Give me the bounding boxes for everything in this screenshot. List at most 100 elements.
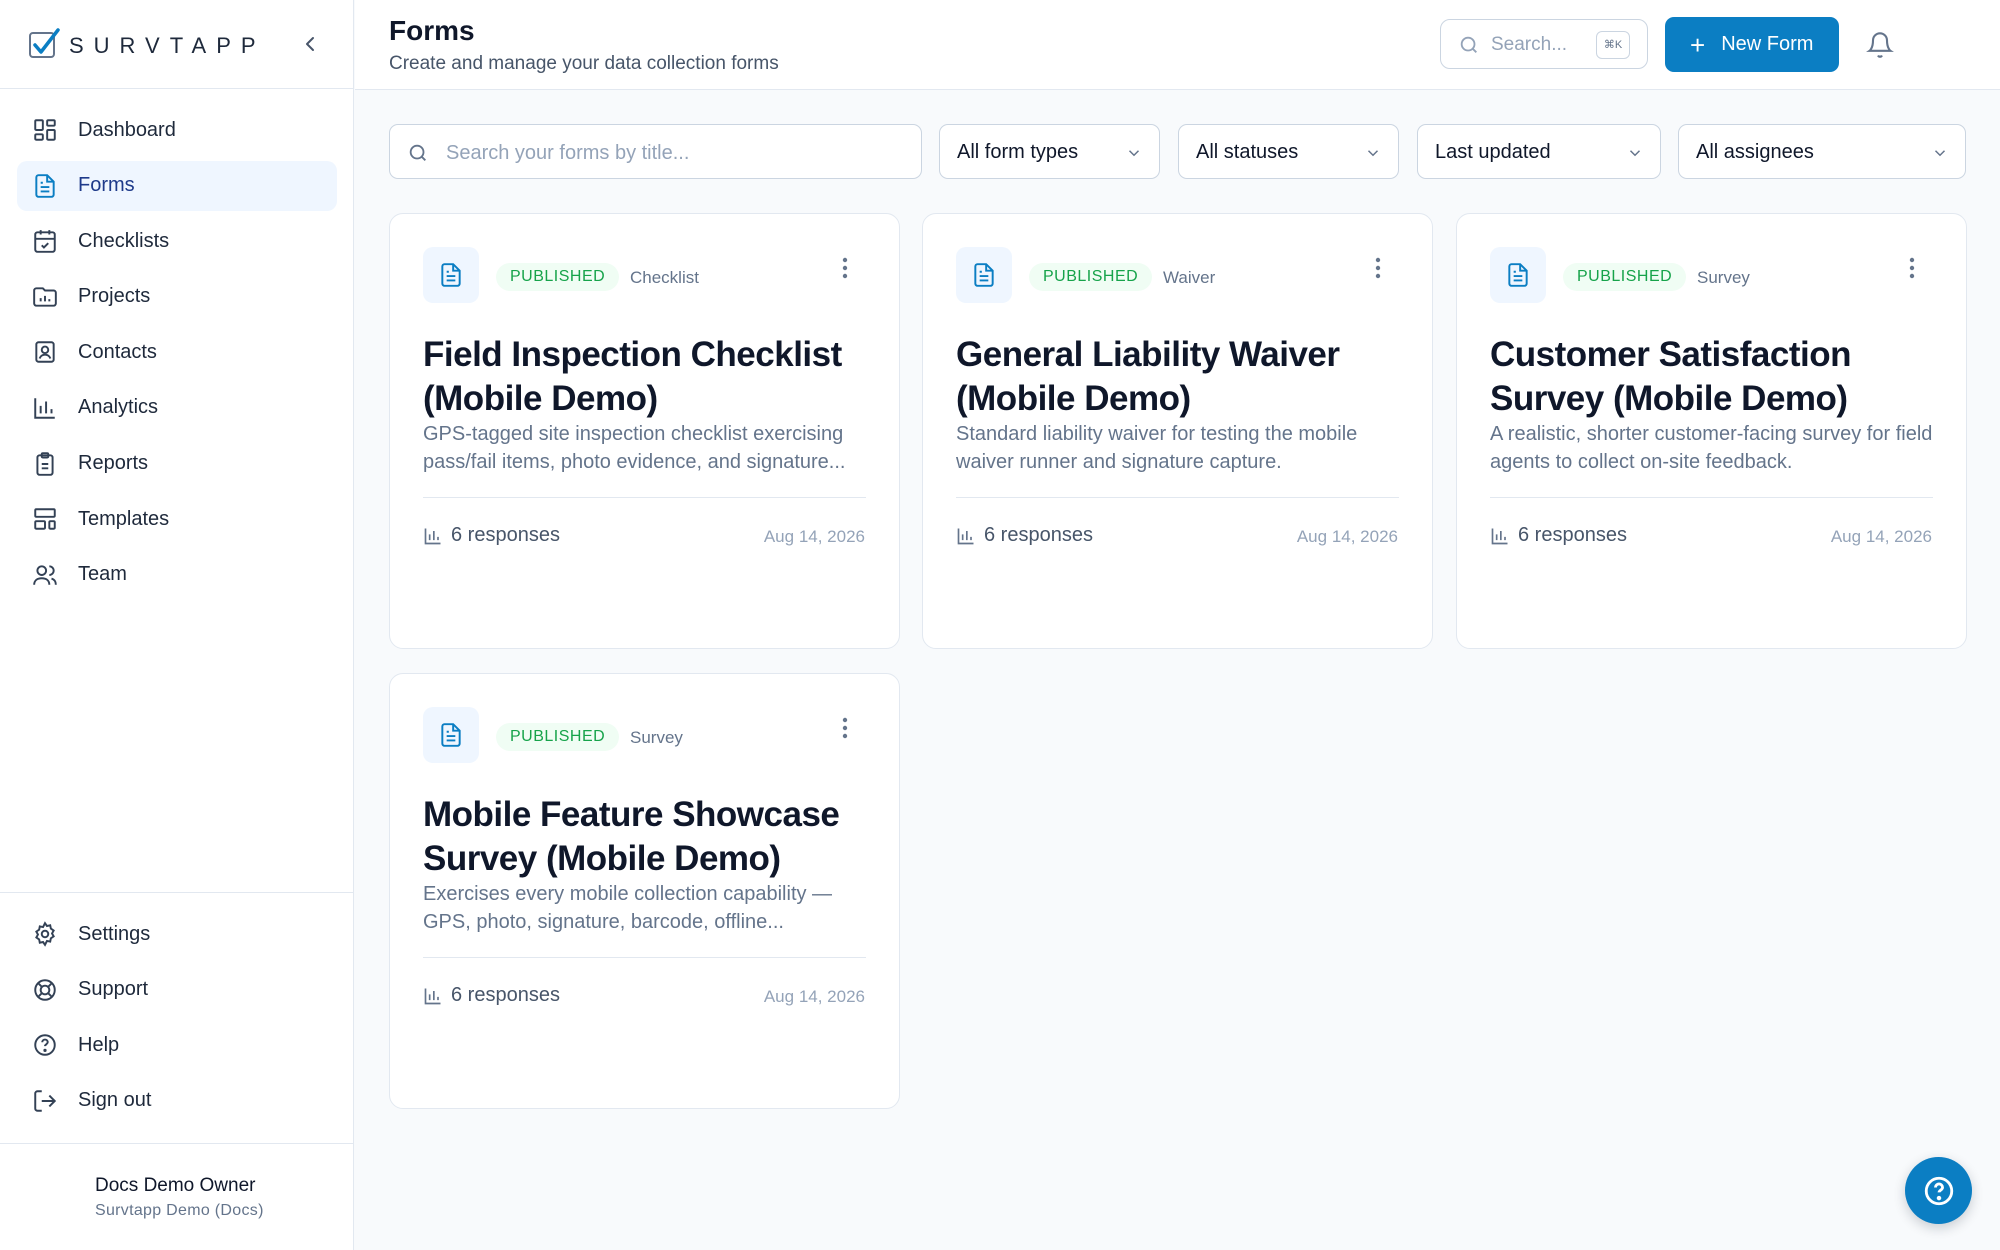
status-badge: PUBLISHED bbox=[1029, 263, 1153, 291]
sidebar-item-label: Help bbox=[78, 1033, 120, 1056]
sidebar-item-checklists[interactable]: Checklists bbox=[17, 216, 337, 266]
more-options-icon[interactable] bbox=[841, 716, 849, 740]
sidebar-item-label: Support bbox=[78, 978, 149, 1001]
more-options-icon[interactable] bbox=[841, 256, 849, 280]
help-circle-icon bbox=[32, 1032, 58, 1058]
app-root: SURVTAPP Dashboard Forms Checklists Proj… bbox=[0, 0, 2000, 1250]
status-badge: PUBLISHED bbox=[1563, 263, 1687, 291]
sidebar-item-forms[interactable]: Forms bbox=[17, 160, 337, 211]
form-description: GPS-tagged site inspection checklist exe… bbox=[423, 423, 846, 473]
form-title[interactable]: General Liability Waiver (Mobile Demo) bbox=[956, 333, 1406, 421]
user-name[interactable]: Docs Demo Owner bbox=[95, 1175, 256, 1197]
responses-count: 6 responses bbox=[1490, 524, 1627, 547]
global-search-input[interactable]: Search... ⌘K bbox=[1440, 19, 1648, 69]
sort-select[interactable]: Last updated bbox=[1417, 124, 1661, 179]
form-search-placeholder: Search your forms by title... bbox=[446, 142, 690, 164]
form-type-select[interactable]: All form types bbox=[939, 124, 1160, 179]
form-card[interactable]: PUBLISHED Survey Mobile Feature Showcase… bbox=[389, 673, 900, 1109]
form-card[interactable]: PUBLISHED Checklist Field Inspection Che… bbox=[389, 213, 900, 649]
status-badge: PUBLISHED bbox=[496, 723, 620, 751]
updated-date: Aug 14, 2026 bbox=[1830, 527, 1932, 546]
sidebar-item-projects[interactable]: Projects bbox=[17, 272, 337, 322]
contact-card-icon bbox=[32, 339, 58, 365]
sidebar-item-contacts[interactable]: Contacts bbox=[17, 327, 337, 377]
collapse-sidebar-button[interactable] bbox=[298, 32, 322, 56]
sidebar-item-label: Forms bbox=[78, 174, 135, 197]
sidebar: SURVTAPP Dashboard Forms Checklists Proj… bbox=[0, 0, 354, 1250]
responses-count: 6 responses bbox=[423, 524, 560, 547]
gear-icon bbox=[32, 921, 58, 947]
more-options-icon[interactable] bbox=[1374, 256, 1382, 280]
status-select[interactable]: All statuses bbox=[1178, 124, 1399, 179]
sidebar-divider bbox=[0, 892, 354, 893]
sidebar-item-dashboard[interactable]: Dashboard bbox=[17, 105, 337, 155]
document-icon bbox=[423, 247, 479, 303]
sidebar-nav: Dashboard Forms Checklists Projects Cont… bbox=[17, 105, 337, 605]
layout-template-icon bbox=[32, 506, 58, 532]
help-circle-icon bbox=[1924, 1176, 1953, 1205]
notification-bell-icon[interactable] bbox=[1866, 31, 1894, 59]
sidebar-item-sign-out[interactable]: Sign out bbox=[17, 1076, 337, 1126]
bar-chart-icon bbox=[424, 528, 441, 544]
form-description: Exercises every mobile collection capabi… bbox=[423, 883, 833, 933]
form-type-label: Checklist bbox=[630, 268, 699, 287]
form-card[interactable]: PUBLISHED Waiver General Liability Waive… bbox=[922, 213, 1433, 649]
keyboard-shortcut-badge: ⌘K bbox=[1596, 31, 1630, 59]
document-icon bbox=[1490, 247, 1546, 303]
document-icon bbox=[423, 707, 479, 763]
form-title-search-input[interactable]: Search your forms by title... bbox=[389, 124, 922, 179]
search-icon bbox=[409, 144, 426, 161]
form-card[interactable]: PUBLISHED Survey Customer Satisfaction S… bbox=[1456, 213, 1967, 649]
sidebar-item-reports[interactable]: Reports bbox=[17, 439, 337, 489]
help-chat-button[interactable] bbox=[1905, 1157, 1972, 1224]
status-value: All statuses bbox=[1196, 141, 1299, 163]
users-icon bbox=[32, 562, 58, 588]
clipboard-icon bbox=[32, 451, 58, 477]
bar-chart-icon bbox=[957, 528, 974, 544]
card-divider bbox=[1490, 497, 1933, 498]
sidebar-item-team[interactable]: Team bbox=[17, 550, 337, 600]
responses-count: 6 responses bbox=[956, 524, 1093, 547]
sidebar-item-label: Projects bbox=[78, 285, 151, 308]
chevron-down-icon bbox=[1367, 150, 1379, 157]
user-divider bbox=[0, 1143, 354, 1144]
sidebar-item-label: Dashboard bbox=[78, 118, 176, 141]
form-type-value: All form types bbox=[957, 141, 1079, 163]
responses-count: 6 responses bbox=[423, 984, 560, 1007]
sidebar-item-analytics[interactable]: Analytics bbox=[17, 383, 337, 433]
sidebar-item-templates[interactable]: Templates bbox=[17, 494, 337, 544]
calendar-check-icon bbox=[32, 228, 58, 254]
status-badge: PUBLISHED bbox=[496, 263, 620, 291]
updated-date: Aug 14, 2026 bbox=[1296, 527, 1398, 546]
chevron-down-icon bbox=[1934, 150, 1946, 157]
responses-label: 6 responses bbox=[451, 984, 560, 1006]
sidebar-item-label: Team bbox=[78, 563, 127, 586]
chevron-down-icon bbox=[1128, 150, 1140, 157]
bar-chart-icon bbox=[424, 988, 441, 1004]
logo-checkmark-icon bbox=[29, 28, 60, 58]
updated-date: Aug 14, 2026 bbox=[763, 527, 865, 546]
sort-value: Last updated bbox=[1435, 141, 1551, 163]
sign-out-icon bbox=[32, 1088, 58, 1114]
updated-date: Aug 14, 2026 bbox=[763, 987, 865, 1006]
assignee-select[interactable]: All assignees bbox=[1678, 124, 1966, 179]
folder-chart-icon bbox=[32, 284, 58, 310]
sidebar-bottom-nav: Settings Support Help Sign out bbox=[17, 909, 337, 1131]
form-title[interactable]: Field Inspection Checklist (Mobile Demo) bbox=[423, 333, 873, 421]
form-title[interactable]: Customer Satisfaction Survey (Mobile Dem… bbox=[1490, 333, 1940, 421]
assignee-value: All assignees bbox=[1696, 141, 1814, 163]
sidebar-item-support[interactable]: Support bbox=[17, 965, 337, 1015]
sidebar-item-label: Checklists bbox=[78, 229, 170, 252]
form-type-label: Survey bbox=[630, 728, 683, 747]
form-type-label: Waiver bbox=[1163, 268, 1216, 287]
sidebar-item-label: Templates bbox=[78, 507, 170, 530]
form-title[interactable]: Mobile Feature Showcase Survey (Mobile D… bbox=[423, 793, 873, 881]
form-icon bbox=[32, 173, 58, 199]
chevron-down-icon bbox=[1629, 150, 1641, 157]
more-options-icon[interactable] bbox=[1908, 256, 1916, 280]
dashboard-icon bbox=[32, 117, 58, 143]
sidebar-item-help[interactable]: Help bbox=[17, 1020, 337, 1070]
new-form-button[interactable]: + New Form bbox=[1665, 17, 1839, 72]
sidebar-item-settings[interactable]: Settings bbox=[17, 909, 337, 959]
form-description: Standard liability waiver for testing th… bbox=[956, 423, 1358, 473]
